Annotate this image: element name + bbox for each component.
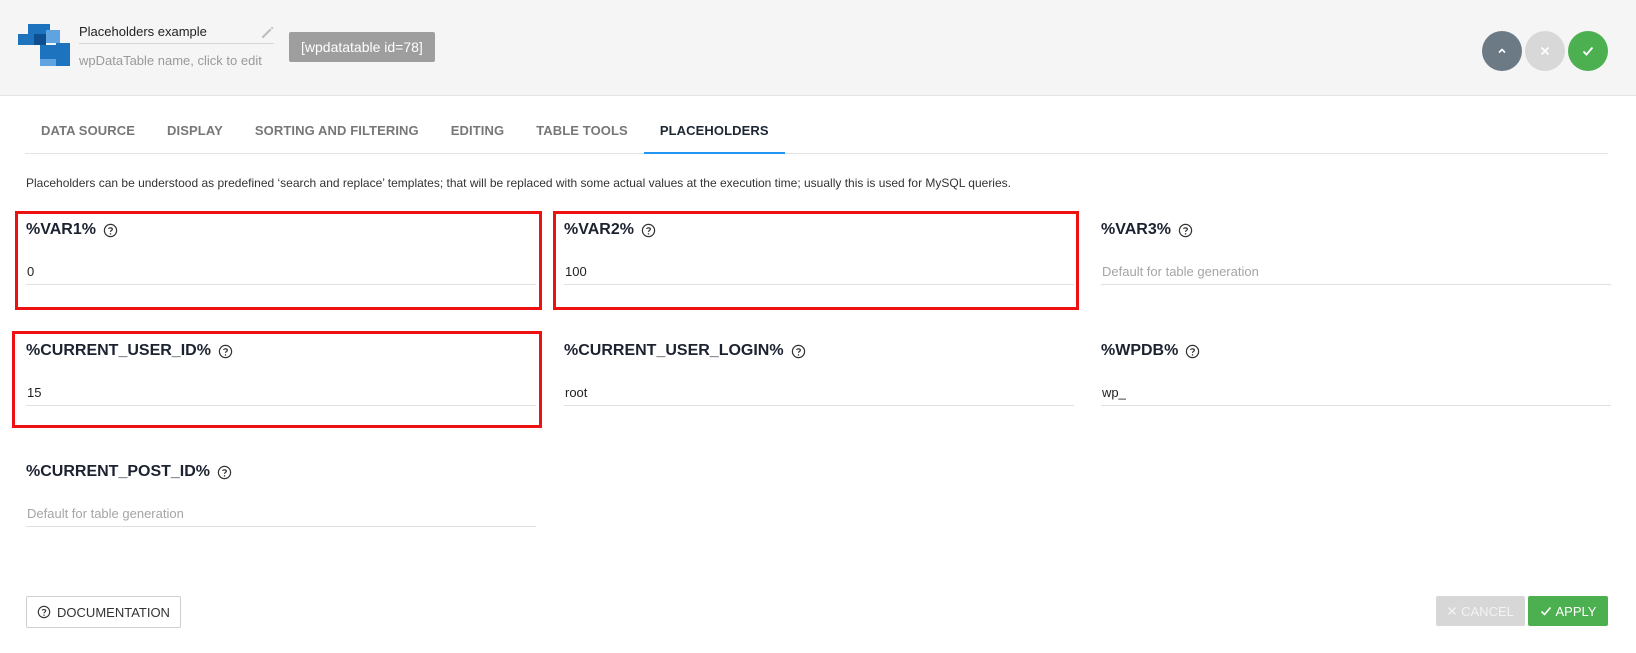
documentation-label: DOCUMENTATION (57, 604, 170, 620)
table-name-hint: wpDataTable name, click to edit (79, 53, 262, 68)
placeholder-current-user-id-input[interactable] (26, 380, 536, 406)
placeholder-var2-label: %VAR2% (564, 221, 634, 238)
placeholder-current-user-id: %CURRENT_USER_ID% (26, 340, 536, 406)
help-icon (37, 605, 51, 619)
apply-button[interactable]: APPLY (1528, 596, 1608, 626)
placeholder-wpdb-input[interactable] (1101, 380, 1611, 406)
tab-display[interactable]: DISPLAY (151, 110, 239, 154)
help-icon[interactable] (791, 344, 806, 359)
placeholder-current-user-login-label: %CURRENT_USER_LOGIN% (564, 342, 784, 359)
placeholder-var1-input[interactable] (26, 259, 536, 285)
close-icon (1540, 46, 1550, 56)
help-icon[interactable] (103, 223, 118, 238)
placeholder-current-user-login-input[interactable] (564, 380, 1074, 406)
save-button[interactable] (1568, 31, 1608, 71)
shortcode-badge[interactable]: [wpdatatable id=78] (289, 32, 435, 62)
wpdatatables-logo-icon (18, 24, 70, 66)
placeholder-var1: %VAR1% (26, 219, 536, 285)
page-header: Placeholders example wpDataTable name, c… (0, 0, 1636, 96)
tab-sorting-and-filtering[interactable]: SORTING AND FILTERING (239, 110, 435, 154)
cancel-button[interactable]: CANCEL (1436, 596, 1525, 626)
close-icon (1448, 607, 1457, 615)
help-icon[interactable] (217, 465, 232, 480)
pencil-icon[interactable] (260, 24, 276, 40)
table-name-input[interactable]: Placeholders example (79, 24, 274, 44)
placeholder-current-user-id-label: %CURRENT_USER_ID% (26, 342, 211, 359)
placeholder-current-user-login: %CURRENT_USER_LOGIN% (564, 340, 1074, 406)
placeholder-wpdb: %WPDB% (1101, 340, 1611, 406)
help-icon[interactable] (1185, 344, 1200, 359)
cancel-label: CANCEL (1461, 603, 1514, 619)
help-icon[interactable] (1178, 223, 1193, 238)
help-icon[interactable] (641, 223, 656, 238)
placeholder-current-post-id: %CURRENT_POST_ID% (26, 461, 536, 527)
placeholder-var2: %VAR2% (564, 219, 1074, 285)
placeholder-var3-label: %VAR3% (1101, 221, 1171, 238)
tab-editing[interactable]: EDITING (435, 110, 520, 154)
placeholder-current-post-id-input[interactable] (26, 501, 536, 527)
checkmark-icon (1582, 46, 1594, 56)
close-button[interactable] (1525, 31, 1565, 71)
placeholders-description: Placeholders can be understood as predef… (26, 176, 1011, 190)
documentation-button[interactable]: DOCUMENTATION (26, 596, 181, 628)
placeholder-var3: %VAR3% (1101, 219, 1611, 285)
placeholder-current-post-id-label: %CURRENT_POST_ID% (26, 463, 211, 480)
help-icon[interactable] (218, 344, 233, 359)
placeholder-wpdb-label: %WPDB% (1101, 342, 1179, 359)
tab-table-tools[interactable]: TABLE TOOLS (520, 110, 644, 154)
collapse-button[interactable] (1482, 31, 1522, 71)
tab-placeholders[interactable]: PLACEHOLDERS (643, 110, 785, 154)
settings-tabs: DATA SOURCE DISPLAY SORTING AND FILTERIN… (25, 110, 1608, 154)
tab-data-source[interactable]: DATA SOURCE (25, 110, 151, 154)
chevron-up-icon (1498, 48, 1506, 54)
placeholder-var1-label: %VAR1% (26, 221, 96, 238)
placeholder-var2-input[interactable] (564, 259, 1074, 285)
placeholder-var3-input[interactable] (1101, 259, 1611, 285)
apply-label: APPLY (1555, 603, 1597, 619)
checkmark-icon (1540, 606, 1551, 616)
